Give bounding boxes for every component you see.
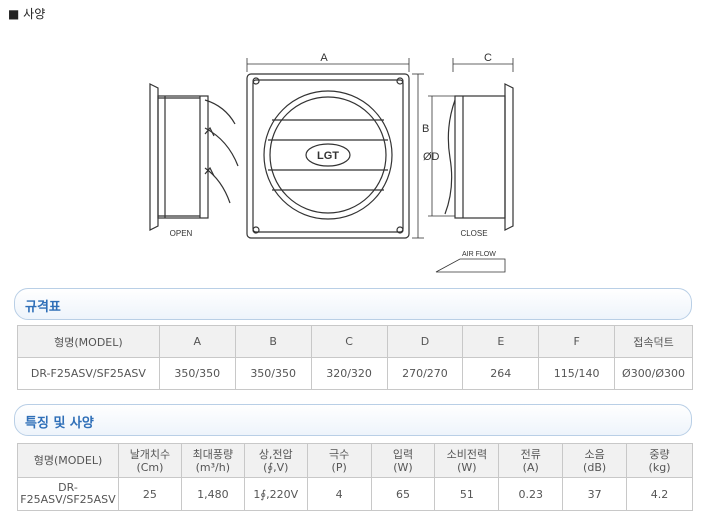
dim-label-d: ØD — [423, 151, 440, 163]
table-cell: 37 — [562, 477, 628, 511]
table-cell: 350/350 — [158, 357, 236, 390]
header-cell: B — [234, 325, 312, 358]
section-spec-table: 규격표 — [14, 288, 692, 320]
table-cell: 270/270 — [386, 357, 464, 390]
header-cell: 접속덕트 — [614, 325, 693, 358]
header-cell: 전류 (A) — [498, 443, 564, 478]
header-cell: 소음 (dB) — [562, 443, 628, 478]
table-cell: 4 — [306, 477, 372, 511]
table-cell: 320/320 — [310, 357, 388, 390]
table-cell: 115/140 — [538, 357, 616, 390]
header-cell: 형명(MODEL) — [17, 443, 119, 478]
spec-heading: ■ 사양 — [8, 7, 46, 21]
table-cell: 4.2 — [626, 477, 693, 511]
table-cell: DR-F25ASV/SF25ASV — [17, 357, 160, 390]
table-cell: 350/350 — [234, 357, 312, 390]
table-header-row: 형명(MODEL) A B C D E F 접속덕트 — [17, 325, 693, 358]
label-open: OPEN — [170, 229, 193, 238]
header-cell: F — [538, 325, 616, 358]
header-cell: 형명(MODEL) — [17, 325, 160, 358]
header-cell: C — [310, 325, 388, 358]
table-header-row: 형명(MODEL) 날개치수 (Cm) 최대풍량 (m³/h) 상,전압 (∮,V) … — [17, 443, 693, 478]
table-row: DR-F25ASV/SF25ASV 350/350 350/350 320/32… — [17, 357, 693, 390]
header-cell: 날개치수 (Cm) — [117, 443, 182, 478]
table-cell: 1∮,220V — [243, 477, 308, 511]
header-cell: A — [158, 325, 236, 358]
logo-lgt: LGT — [317, 150, 339, 162]
dim-label-a: A — [320, 52, 328, 64]
header-cell: 최대풍량 (m³/h) — [180, 443, 245, 478]
header-cell: 극수 (P) — [306, 443, 372, 478]
table-cell: 1,480 — [180, 477, 245, 511]
section-title: 규격표 — [25, 300, 61, 315]
table-cell: 264 — [462, 357, 540, 390]
table-cell: 51 — [434, 477, 500, 511]
label-close: CLOSE — [460, 229, 487, 238]
open-side-view — [149, 83, 239, 231]
spec-dimension-table: 형명(MODEL) A B C D E F 접속덕트 DR-F25ASV/SF2… — [17, 325, 693, 390]
table-cell: DR- F25ASV/SF25ASV — [17, 477, 119, 511]
table-cell: 65 — [370, 477, 436, 511]
header-cell: E — [462, 325, 540, 358]
table-cell: 0.23 — [498, 477, 564, 511]
section-features-spec: 특징 및 사양 — [14, 404, 692, 436]
header-cell: 상,전압 (∮,V) — [243, 443, 308, 478]
product-dimension-drawing: A B C ØD OPEN CLOSE AIR FLOW LGT — [149, 52, 514, 273]
table-cell: 25 — [117, 477, 182, 511]
section-title: 특징 및 사양 — [25, 416, 94, 431]
feature-spec-table: 형명(MODEL) 날개치수 (Cm) 최대풍량 (m³/h) 상,전압 (∮,V) … — [17, 443, 693, 511]
header-cell: 입력 (W) — [370, 443, 436, 478]
table-row: DR- F25ASV/SF25ASV 25 1,480 1∮,220V 4 65… — [17, 477, 693, 511]
header-cell: D — [386, 325, 464, 358]
dim-label-c: C — [484, 52, 492, 64]
table-cell: Ø300/Ø300 — [614, 357, 693, 390]
header-cell: 중량 (kg) — [626, 443, 693, 478]
dim-label-b: B — [422, 123, 429, 135]
close-side-view — [444, 83, 514, 231]
label-airflow: AIR FLOW — [462, 251, 496, 258]
header-cell: 소비전력 (W) — [434, 443, 500, 478]
